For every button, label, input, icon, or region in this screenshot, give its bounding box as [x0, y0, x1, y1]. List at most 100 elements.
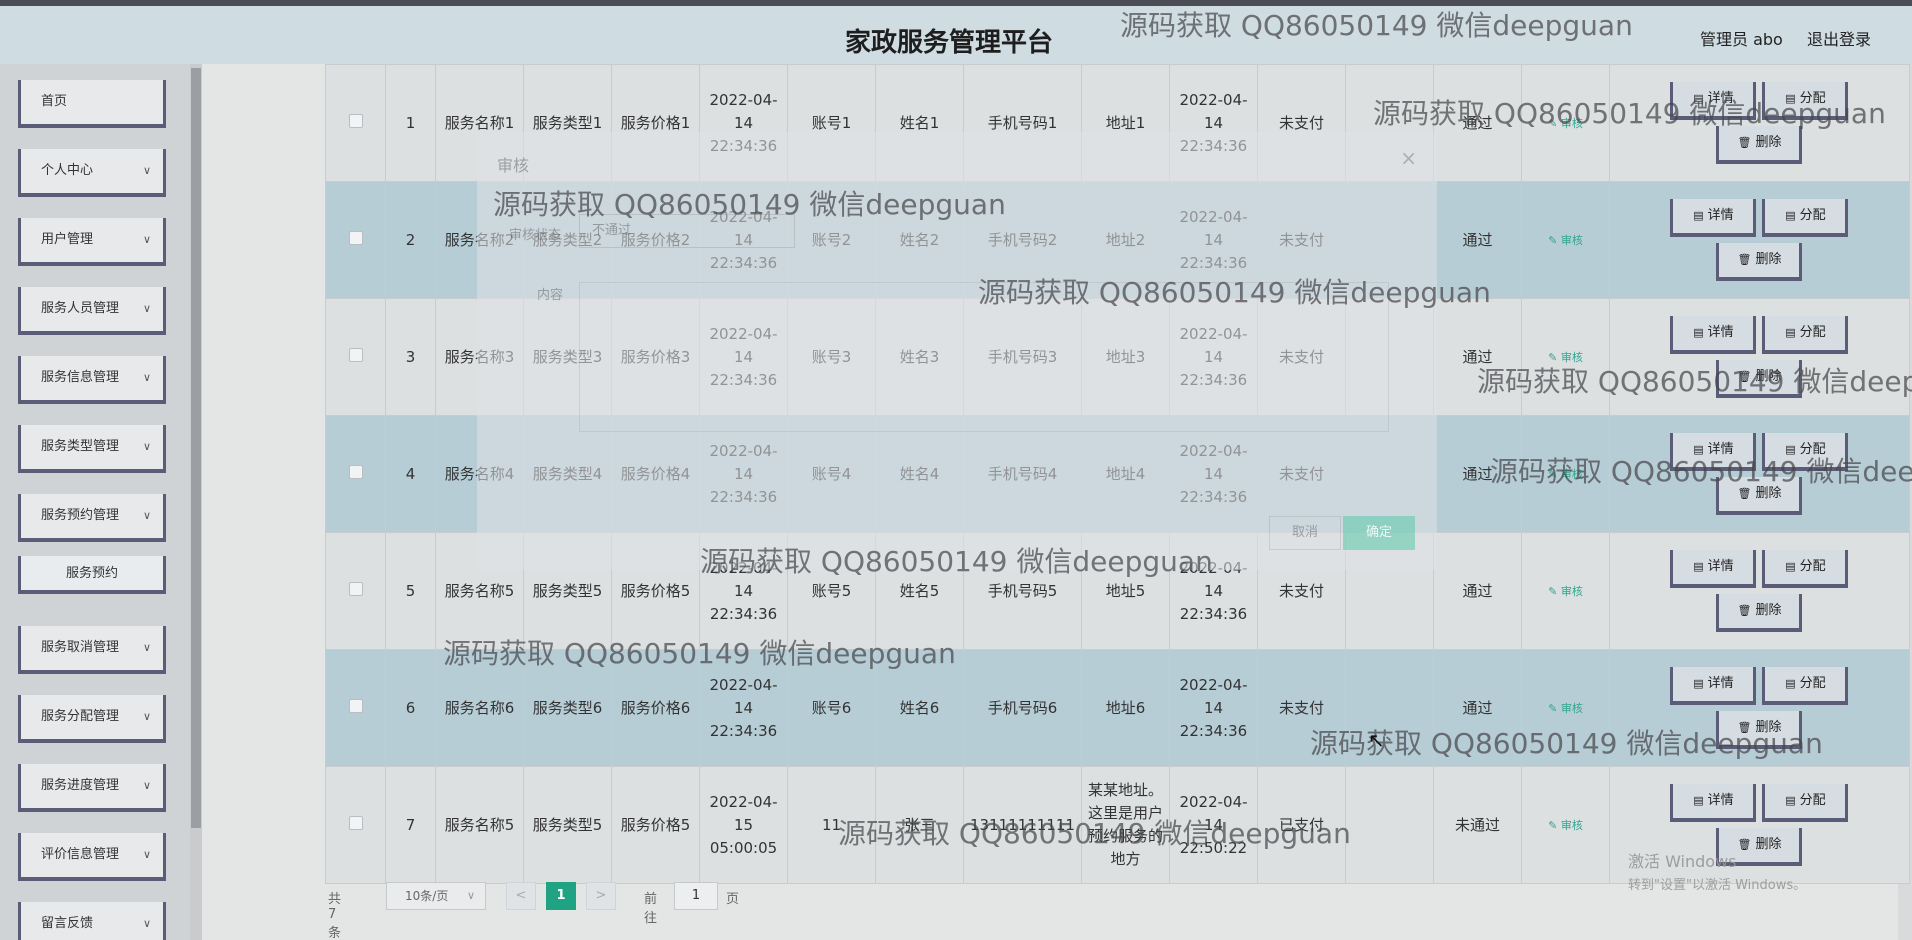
audit-link[interactable]: ✎ 审核	[1548, 585, 1583, 598]
prev-page-button[interactable]: <	[506, 882, 536, 910]
cell-audit: ✎ 审核	[1520, 766, 1610, 884]
edit-icon: ✎	[1548, 585, 1561, 598]
assign-button[interactable]: ▤ 分配	[1762, 316, 1849, 354]
detail-button[interactable]: ▤ 详情	[1670, 667, 1757, 705]
detail-button-label: 详情	[1707, 793, 1734, 808]
cell-price: 服务价格6	[611, 649, 700, 767]
dialog-title: 审核	[497, 156, 530, 175]
sidebar-item-home[interactable]: 首页	[18, 80, 166, 128]
sidebar-item-service-type[interactable]: 服务类型管理 ∨	[18, 425, 166, 473]
chevron-down-icon: ∨	[142, 710, 151, 723]
audit-label: 审核	[1560, 819, 1583, 832]
sidebar-item-assign[interactable]: 服务分配管理 ∨	[18, 695, 166, 743]
detail-button-label: 详情	[1707, 208, 1734, 223]
audit-link[interactable]: ✎ 审核	[1548, 468, 1583, 481]
detail-button[interactable]: ▤ 详情	[1670, 82, 1757, 120]
sidebar-item-personal[interactable]: 个人中心 ∨	[18, 149, 166, 197]
row-checkbox[interactable]	[348, 347, 363, 362]
audit-link[interactable]: ✎ 审核	[1548, 819, 1583, 832]
confirm-button[interactable]: 确定	[1343, 516, 1415, 550]
edit-icon: ✎	[1548, 117, 1561, 130]
row-checkbox[interactable]	[348, 464, 363, 479]
cell-person: 姓名6	[875, 649, 964, 767]
cell-idx: 6	[385, 649, 436, 767]
detail-button[interactable]: ▤ 详情	[1670, 550, 1757, 588]
document-icon: ▤	[1785, 92, 1796, 105]
document-icon: ▤	[1693, 794, 1704, 807]
close-icon[interactable]: ×	[1400, 146, 1417, 170]
page-size-value: 10条/页	[405, 889, 449, 903]
cell-audit: ✎ 审核	[1520, 415, 1610, 533]
sidebar-item-cancel[interactable]: 服务取消管理 ∨	[18, 626, 166, 674]
delete-button[interactable]: 🗑 删除	[1716, 360, 1803, 398]
delete-button-label: 删除	[1755, 486, 1782, 501]
sidebar-item-feedback[interactable]: 留言反馈 ∨	[18, 902, 166, 940]
cancel-button[interactable]: 取消	[1269, 516, 1341, 550]
assign-button[interactable]: ▤ 分配	[1762, 550, 1849, 588]
sidebar: 首页 个人中心 ∨ 用户管理 ∨ 服务人员管理 ∨ 服务信息管理 ∨ 服务类型管理 ∨ 服…	[0, 64, 190, 940]
logout-link[interactable]: 退出登录	[1807, 26, 1871, 50]
content-label: 内容	[537, 288, 564, 303]
delete-button[interactable]: 🗑 删除	[1716, 243, 1803, 281]
cell-idx: 3	[385, 298, 436, 416]
edit-icon: ✎	[1548, 819, 1561, 832]
cell-audit: ✎ 审核	[1520, 181, 1610, 299]
sidebar-item-staff[interactable]: 服务人员管理 ∨	[18, 287, 166, 335]
delete-button[interactable]: 🗑 删除	[1716, 126, 1803, 164]
row-checkbox[interactable]	[348, 230, 363, 245]
cell-audit: ✎ 审核	[1520, 649, 1610, 767]
delete-button[interactable]: 🗑 删除	[1716, 477, 1803, 515]
cell-status: 通过	[1432, 415, 1522, 533]
audit-status-select[interactable]: 不通过	[579, 214, 795, 248]
assign-button[interactable]: ▤ 分配	[1762, 433, 1849, 471]
content-textarea[interactable]	[579, 282, 1389, 432]
assign-button[interactable]: ▤ 分配	[1762, 667, 1849, 705]
sidebar-subitem-booking[interactable]: 服务预约	[18, 556, 166, 594]
delete-button[interactable]: 🗑 删除	[1716, 594, 1803, 632]
sidebar-item-service-info[interactable]: 服务信息管理 ∨	[18, 356, 166, 404]
delete-button-label: 删除	[1755, 135, 1782, 150]
cell-idx: 4	[385, 415, 436, 533]
sidebar-item-label: 服务类型管理	[41, 439, 120, 454]
sidebar-item-review[interactable]: 评价信息管理 ∨	[18, 833, 166, 881]
page-size-select[interactable]: 10条/页 ∨	[386, 882, 486, 910]
detail-button[interactable]: ▤ 详情	[1670, 199, 1757, 237]
cell-audit: ✎ 审核	[1520, 298, 1610, 416]
detail-button-label: 详情	[1707, 676, 1734, 691]
cell-time: 2022-04-15 05:00:05	[699, 766, 788, 884]
audit-link[interactable]: ✎ 审核	[1548, 234, 1583, 247]
detail-button[interactable]: ▤ 详情	[1670, 784, 1757, 822]
sidebar-item-label: 服务取消管理	[41, 640, 120, 655]
sidebar-scrollbar-thumb[interactable]	[191, 68, 201, 828]
document-icon: ▤	[1693, 677, 1704, 690]
sidebar-item-booking[interactable]: 服务预约管理 ∨	[18, 494, 166, 542]
header: 家政服务管理平台 管理员 abo 退出登录	[0, 6, 1912, 64]
row-checkbox-cell	[325, 415, 386, 533]
total-count: 共 7 条	[328, 892, 342, 940]
cell-type: 服务类型5	[523, 766, 612, 884]
sidebar-item-users[interactable]: 用户管理 ∨	[18, 218, 166, 266]
delete-button[interactable]: 🗑 删除	[1716, 711, 1803, 749]
audit-link[interactable]: ✎ 审核	[1548, 351, 1583, 364]
assign-button-label: 分配	[1799, 325, 1826, 340]
delete-button-label: 删除	[1755, 369, 1782, 384]
row-checkbox[interactable]	[348, 698, 363, 713]
goto-page-input[interactable]: 1	[674, 882, 718, 910]
audit-link[interactable]: ✎ 审核	[1548, 702, 1583, 715]
detail-button[interactable]: ▤ 详情	[1670, 316, 1757, 354]
next-page-button[interactable]: >	[586, 882, 616, 910]
row-checkbox[interactable]	[348, 815, 363, 830]
audit-link[interactable]: ✎ 审核	[1548, 117, 1583, 130]
assign-button[interactable]: ▤ 分配	[1762, 82, 1849, 120]
row-checkbox[interactable]	[348, 113, 363, 128]
row-checkbox[interactable]	[348, 581, 363, 596]
sidebar-item-progress[interactable]: 服务进度管理 ∨	[18, 764, 166, 812]
assign-button[interactable]: ▤ 分配	[1762, 784, 1849, 822]
assign-button[interactable]: ▤ 分配	[1762, 199, 1849, 237]
row-checkbox-cell	[325, 64, 386, 182]
cell-status: 通过	[1432, 181, 1522, 299]
delete-button-label: 删除	[1755, 603, 1782, 618]
page-number[interactable]: 1	[546, 882, 576, 910]
detail-button[interactable]: ▤ 详情	[1670, 433, 1757, 471]
chevron-down-icon: ∨	[142, 371, 151, 384]
